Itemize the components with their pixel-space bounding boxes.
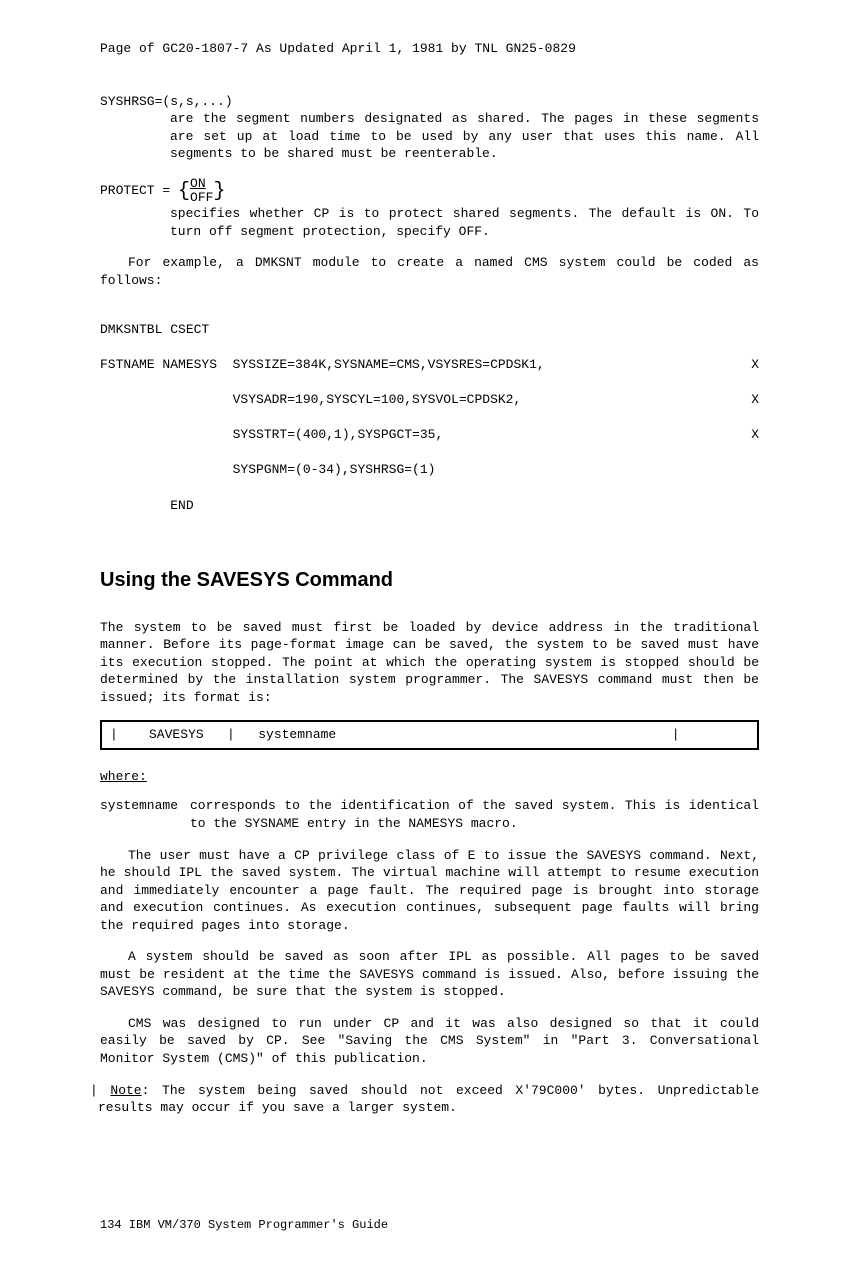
where-label: where: <box>100 768 759 786</box>
note-block: | Note: The system being saved should no… <box>90 1082 759 1117</box>
code-cont-2: X <box>751 356 759 374</box>
code-line-6: END <box>100 497 759 515</box>
command-box: | SAVESYS | systemname | <box>100 720 759 750</box>
page-footer: 134 IBM VM/370 System Programmer's Guide <box>100 1217 759 1233</box>
param-protect-name: PROTECT = <box>100 182 170 200</box>
def-desc: corresponds to the identification of the… <box>190 797 759 832</box>
systemname-def: systemname corresponds to the identifica… <box>100 797 759 832</box>
code-line-1: DMKSNTBL CSECT <box>100 321 759 339</box>
para-2: The user must have a CP privilege class … <box>100 847 759 935</box>
def-term: systemname <box>100 797 190 832</box>
protect-options: ON OFF <box>190 177 213 206</box>
para-3: A system should be saved as soon after I… <box>100 948 759 1001</box>
para-4: CMS was designed to run under CP and it … <box>100 1015 759 1068</box>
code-cont-4: X <box>751 426 759 444</box>
section-heading: Using the SAVESYS Command <box>100 567 759 594</box>
code-line-5: SYSPGNM=(0-34),SYSHRSG=(1) <box>100 461 759 479</box>
intro-para: For example, a DMKSNT module to create a… <box>100 254 759 289</box>
param-syshrsg-desc: are the segment numbers designated as sh… <box>170 110 759 163</box>
param-protect-desc: specifies whether CP is to protect share… <box>170 205 759 240</box>
code-line-4a: SYSSTRT=(400,1),SYSPGCT=35, <box>100 426 443 444</box>
param-syshrsg: SYSHRSG=(s,s,...) are the segment number… <box>100 93 759 163</box>
para-1: The system to be saved must first be loa… <box>100 619 759 707</box>
note-text: : The system being saved should not exce… <box>98 1083 759 1116</box>
protect-opt-on: ON <box>190 177 213 191</box>
code-cont-3: X <box>751 391 759 409</box>
note-label: Note <box>110 1083 141 1098</box>
code-example: DMKSNTBL CSECT FSTNAME NAMESYS SYSSIZE=3… <box>100 304 759 532</box>
param-syshrsg-name: SYSHRSG=(s,s,...) <box>100 93 233 111</box>
page-header: Page of GC20-1807-7 As Updated April 1, … <box>100 40 759 58</box>
code-line-2a: FSTNAME NAMESYS SYSSIZE=384K,SYSNAME=CMS… <box>100 356 545 374</box>
code-line-3a: VSYSADR=190,SYSCYL=100,SYSVOL=CPDSK2, <box>100 391 521 409</box>
protect-opt-off: OFF <box>190 191 213 205</box>
param-protect: PROTECT = { ON OFF } specifies whether C… <box>100 177 759 241</box>
